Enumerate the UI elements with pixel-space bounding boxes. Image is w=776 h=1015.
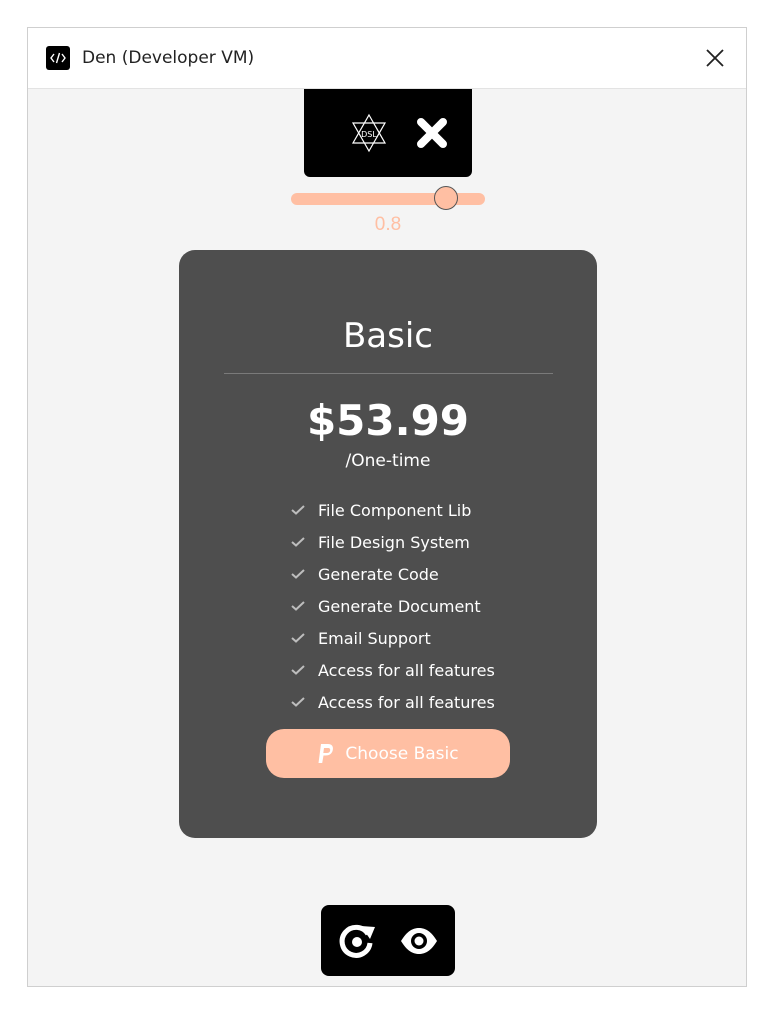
- x-icon[interactable]: [414, 115, 450, 151]
- divider: [224, 373, 553, 374]
- plan-price: $53.99: [306, 396, 470, 445]
- check-icon: [291, 537, 305, 547]
- feature-label: File Component Lib: [318, 500, 472, 520]
- eye-icon[interactable]: [399, 925, 439, 957]
- paypal-icon: [318, 743, 334, 763]
- feature-item: File Design System: [290, 526, 495, 558]
- plan-name: Basic: [342, 316, 433, 356]
- feature-item: Generate Document: [290, 590, 495, 622]
- feature-item: Email Support: [290, 622, 495, 654]
- dsl-star-icon[interactable]: DSL: [350, 113, 388, 153]
- feature-label: Generate Code: [318, 564, 439, 584]
- feature-item: File Component Lib: [290, 494, 495, 526]
- feature-list: File Component Lib File Design System Gene…: [290, 494, 495, 718]
- feature-item: Access for all features: [290, 686, 495, 718]
- feature-label: Access for all features: [318, 692, 495, 712]
- window-title: Den (Developer VM): [82, 48, 255, 68]
- svg-text:DSL: DSL: [361, 130, 377, 139]
- feature-item: Access for all features: [290, 654, 495, 686]
- slider-value: 0.8: [374, 214, 402, 235]
- check-icon: [291, 601, 305, 611]
- check-icon: [291, 697, 305, 707]
- price-period: /One-time: [345, 451, 431, 471]
- feature-label: File Design System: [318, 532, 470, 552]
- top-toolbar: DSL: [304, 89, 472, 177]
- title-bar: Den (Developer VM): [28, 28, 746, 89]
- code-icon: [46, 46, 70, 70]
- check-icon: [291, 665, 305, 675]
- feature-label: Access for all features: [318, 660, 495, 680]
- slider-thumb[interactable]: [434, 186, 459, 210]
- check-icon: [291, 569, 305, 579]
- choose-plan-label: Choose Basic: [345, 743, 459, 764]
- choose-plan-button[interactable]: Choose Basic: [266, 729, 510, 778]
- pricing-card: Basic $53.99 /One-time File Component Li…: [179, 250, 597, 838]
- bottom-toolbar: [321, 905, 455, 976]
- check-icon: [291, 505, 305, 515]
- close-icon[interactable]: [704, 47, 726, 69]
- feature-label: Email Support: [318, 628, 431, 648]
- feature-item: Generate Code: [290, 558, 495, 590]
- feature-label: Generate Document: [318, 596, 481, 616]
- opacity-slider[interactable]: [291, 186, 485, 210]
- refresh-icon[interactable]: [337, 921, 377, 961]
- app-window: Den (Developer VM) DSL 0.8 Basic $53.99: [27, 27, 747, 987]
- check-icon: [291, 633, 305, 643]
